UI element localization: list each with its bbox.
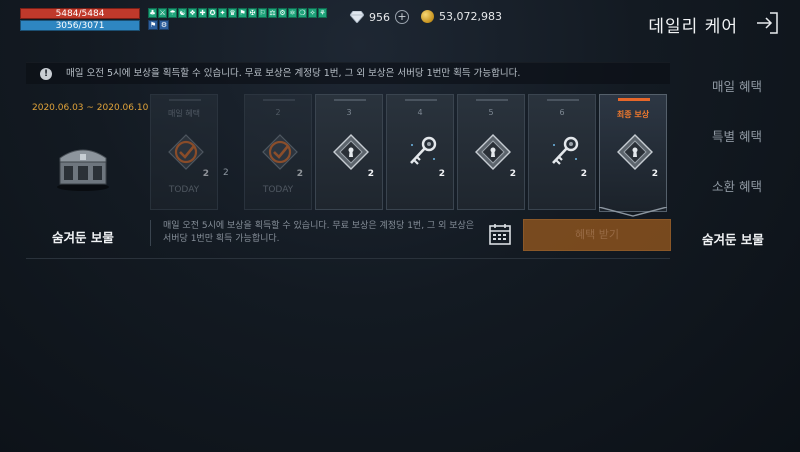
gem-count: 956 bbox=[369, 10, 390, 24]
check-icon bbox=[261, 133, 299, 171]
card-day-label: 4 bbox=[417, 108, 423, 117]
card-day-label: 매일 혜택 bbox=[168, 109, 200, 118]
buff-icon[interactable]: ✧ bbox=[308, 8, 317, 18]
check-icon bbox=[167, 133, 205, 171]
card-top-line bbox=[263, 99, 295, 101]
buff-icon[interactable]: ⚛ bbox=[288, 8, 297, 18]
card-top-line bbox=[334, 99, 366, 101]
reward-card-day-1[interactable]: 매일 혜택 2 TODAY bbox=[150, 94, 218, 210]
diamond-icon bbox=[350, 11, 364, 23]
page-title: 데일리 케어 bbox=[648, 17, 738, 37]
buff-icon[interactable]: ✚ bbox=[198, 8, 207, 18]
buff-icon[interactable]: ♣ bbox=[148, 8, 157, 18]
card-day-label: 2 bbox=[275, 108, 281, 117]
item-count: 2 bbox=[367, 169, 374, 179]
item-count: 2 bbox=[296, 169, 303, 179]
buff-icon[interactable]: ⚐ bbox=[258, 8, 267, 18]
notice-bar: ! 매일 오전 5시에 보상을 획득할 수 있습니다. 무료 보상은 계정당 1… bbox=[26, 62, 670, 84]
buff-icon[interactable]: ⚑ bbox=[148, 20, 158, 30]
gold-count: 53,072,983 bbox=[439, 10, 502, 23]
mp-bar: 3056/3071 bbox=[20, 20, 140, 31]
item-count: 2 bbox=[509, 169, 516, 179]
card-day-label: 6 bbox=[559, 108, 565, 117]
gem-icon bbox=[332, 133, 370, 171]
reward-cards: 매일 혜택 2 TODAY 2 2 TODAY 3 2 4 2 5 2 6 2 최종 보상 2 bbox=[150, 94, 670, 217]
card-day-label: 최종 보상 bbox=[616, 110, 650, 119]
calendar-icon[interactable] bbox=[488, 222, 512, 246]
event-date-range: 2020.06.03 ~ 2020.06.10 bbox=[32, 103, 149, 113]
today-label: TODAY bbox=[168, 185, 200, 195]
gold-currency: 53,072,983 bbox=[421, 10, 502, 23]
buff-icon[interactable]: ❖ bbox=[188, 8, 197, 18]
card-top-line bbox=[476, 99, 508, 101]
event-description: 매일 오전 5시에 보상을 획득할 수 있습니다. 무료 보상은 계정당 1번,… bbox=[150, 220, 480, 246]
buff-icon[interactable]: ⚙ bbox=[278, 8, 287, 18]
gem-icon bbox=[474, 133, 512, 171]
buff-icon[interactable]: ⚖ bbox=[268, 8, 277, 18]
player-status: 5484/5484 3056/3071 bbox=[20, 8, 140, 31]
card-top-line bbox=[169, 99, 201, 101]
item-count: 2 bbox=[580, 169, 587, 179]
key-icon bbox=[403, 133, 441, 171]
today-label: TODAY bbox=[262, 185, 294, 195]
gem-currency: 956 + bbox=[350, 10, 409, 24]
buff-icon[interactable]: ❍ bbox=[298, 8, 307, 18]
reward-card-day-3[interactable]: 32 bbox=[315, 94, 383, 210]
final-reward-card[interactable]: 최종 보상 2 bbox=[598, 94, 668, 217]
buff-icon[interactable]: ☂ bbox=[168, 8, 177, 18]
buff-icon[interactable]: ⚘ bbox=[318, 8, 327, 18]
gold-coin-icon bbox=[421, 10, 434, 23]
reward-card-day-4[interactable]: 42 bbox=[386, 94, 454, 210]
buff-icon[interactable]: ⚑ bbox=[238, 8, 247, 18]
side-tabs: 매일 혜택 특별 혜택 소환 혜택 bbox=[702, 80, 762, 230]
buff-icon[interactable]: ✦ bbox=[218, 8, 227, 18]
reward-card-day-5[interactable]: 52 bbox=[457, 94, 525, 210]
buff-list: ♣ ⚔ ☂ ☯ ❖ ✚ ✪ ✦ ♛ ⚑ ✠ ⚐ ⚖ ⚙ ⚛ ❍ ✧ ⚘ bbox=[148, 8, 327, 18]
treasure-chest-icon bbox=[54, 140, 112, 192]
tab-summon-benefit[interactable]: 소환 혜택 bbox=[702, 180, 762, 230]
divider bbox=[26, 258, 670, 259]
alert-icon: ! bbox=[40, 68, 52, 80]
notice-text: 매일 오전 5시에 보상을 획득할 수 있습니다. 무료 보상은 계정당 1번,… bbox=[66, 68, 521, 79]
tab-special-benefit[interactable]: 특별 혜택 bbox=[702, 130, 762, 180]
card-top-line bbox=[405, 99, 437, 101]
buff-icon[interactable]: ⚙ bbox=[159, 20, 169, 30]
final-card-notch bbox=[598, 202, 668, 217]
reward-card-day-6[interactable]: 62 bbox=[528, 94, 596, 210]
card-top-line bbox=[547, 99, 579, 101]
gap-count: 2 bbox=[223, 168, 229, 178]
exit-icon[interactable] bbox=[754, 10, 780, 36]
tab-daily-benefit[interactable]: 매일 혜택 bbox=[702, 80, 762, 130]
buff-icon[interactable]: ⚔ bbox=[158, 8, 167, 18]
card-day-label: 3 bbox=[346, 108, 352, 117]
add-gems-button[interactable]: + bbox=[395, 10, 409, 24]
hp-bar: 5484/5484 bbox=[20, 8, 140, 19]
buff-icon[interactable]: ♛ bbox=[228, 8, 237, 18]
item-count: 2 bbox=[202, 169, 209, 179]
key-icon bbox=[545, 133, 583, 171]
claim-benefit-button[interactable]: 혜택 받기 bbox=[523, 219, 671, 251]
reward-card-day-2[interactable]: 2 2 TODAY bbox=[244, 94, 312, 210]
buff-icon[interactable]: ☯ bbox=[178, 8, 187, 18]
chest-name: 숨겨둔 보물 bbox=[52, 230, 114, 245]
chest-name-right: 숨겨둔 보물 bbox=[702, 232, 764, 247]
buff-list-secondary: ⚑ ⚙ bbox=[148, 20, 169, 30]
card-day-label: 5 bbox=[488, 108, 494, 117]
item-count: 2 bbox=[438, 169, 445, 179]
gem-icon bbox=[616, 133, 654, 171]
card-top-line bbox=[618, 98, 650, 101]
buff-icon[interactable]: ✠ bbox=[248, 8, 257, 18]
item-count: 2 bbox=[651, 169, 658, 179]
buff-icon[interactable]: ✪ bbox=[208, 8, 217, 18]
